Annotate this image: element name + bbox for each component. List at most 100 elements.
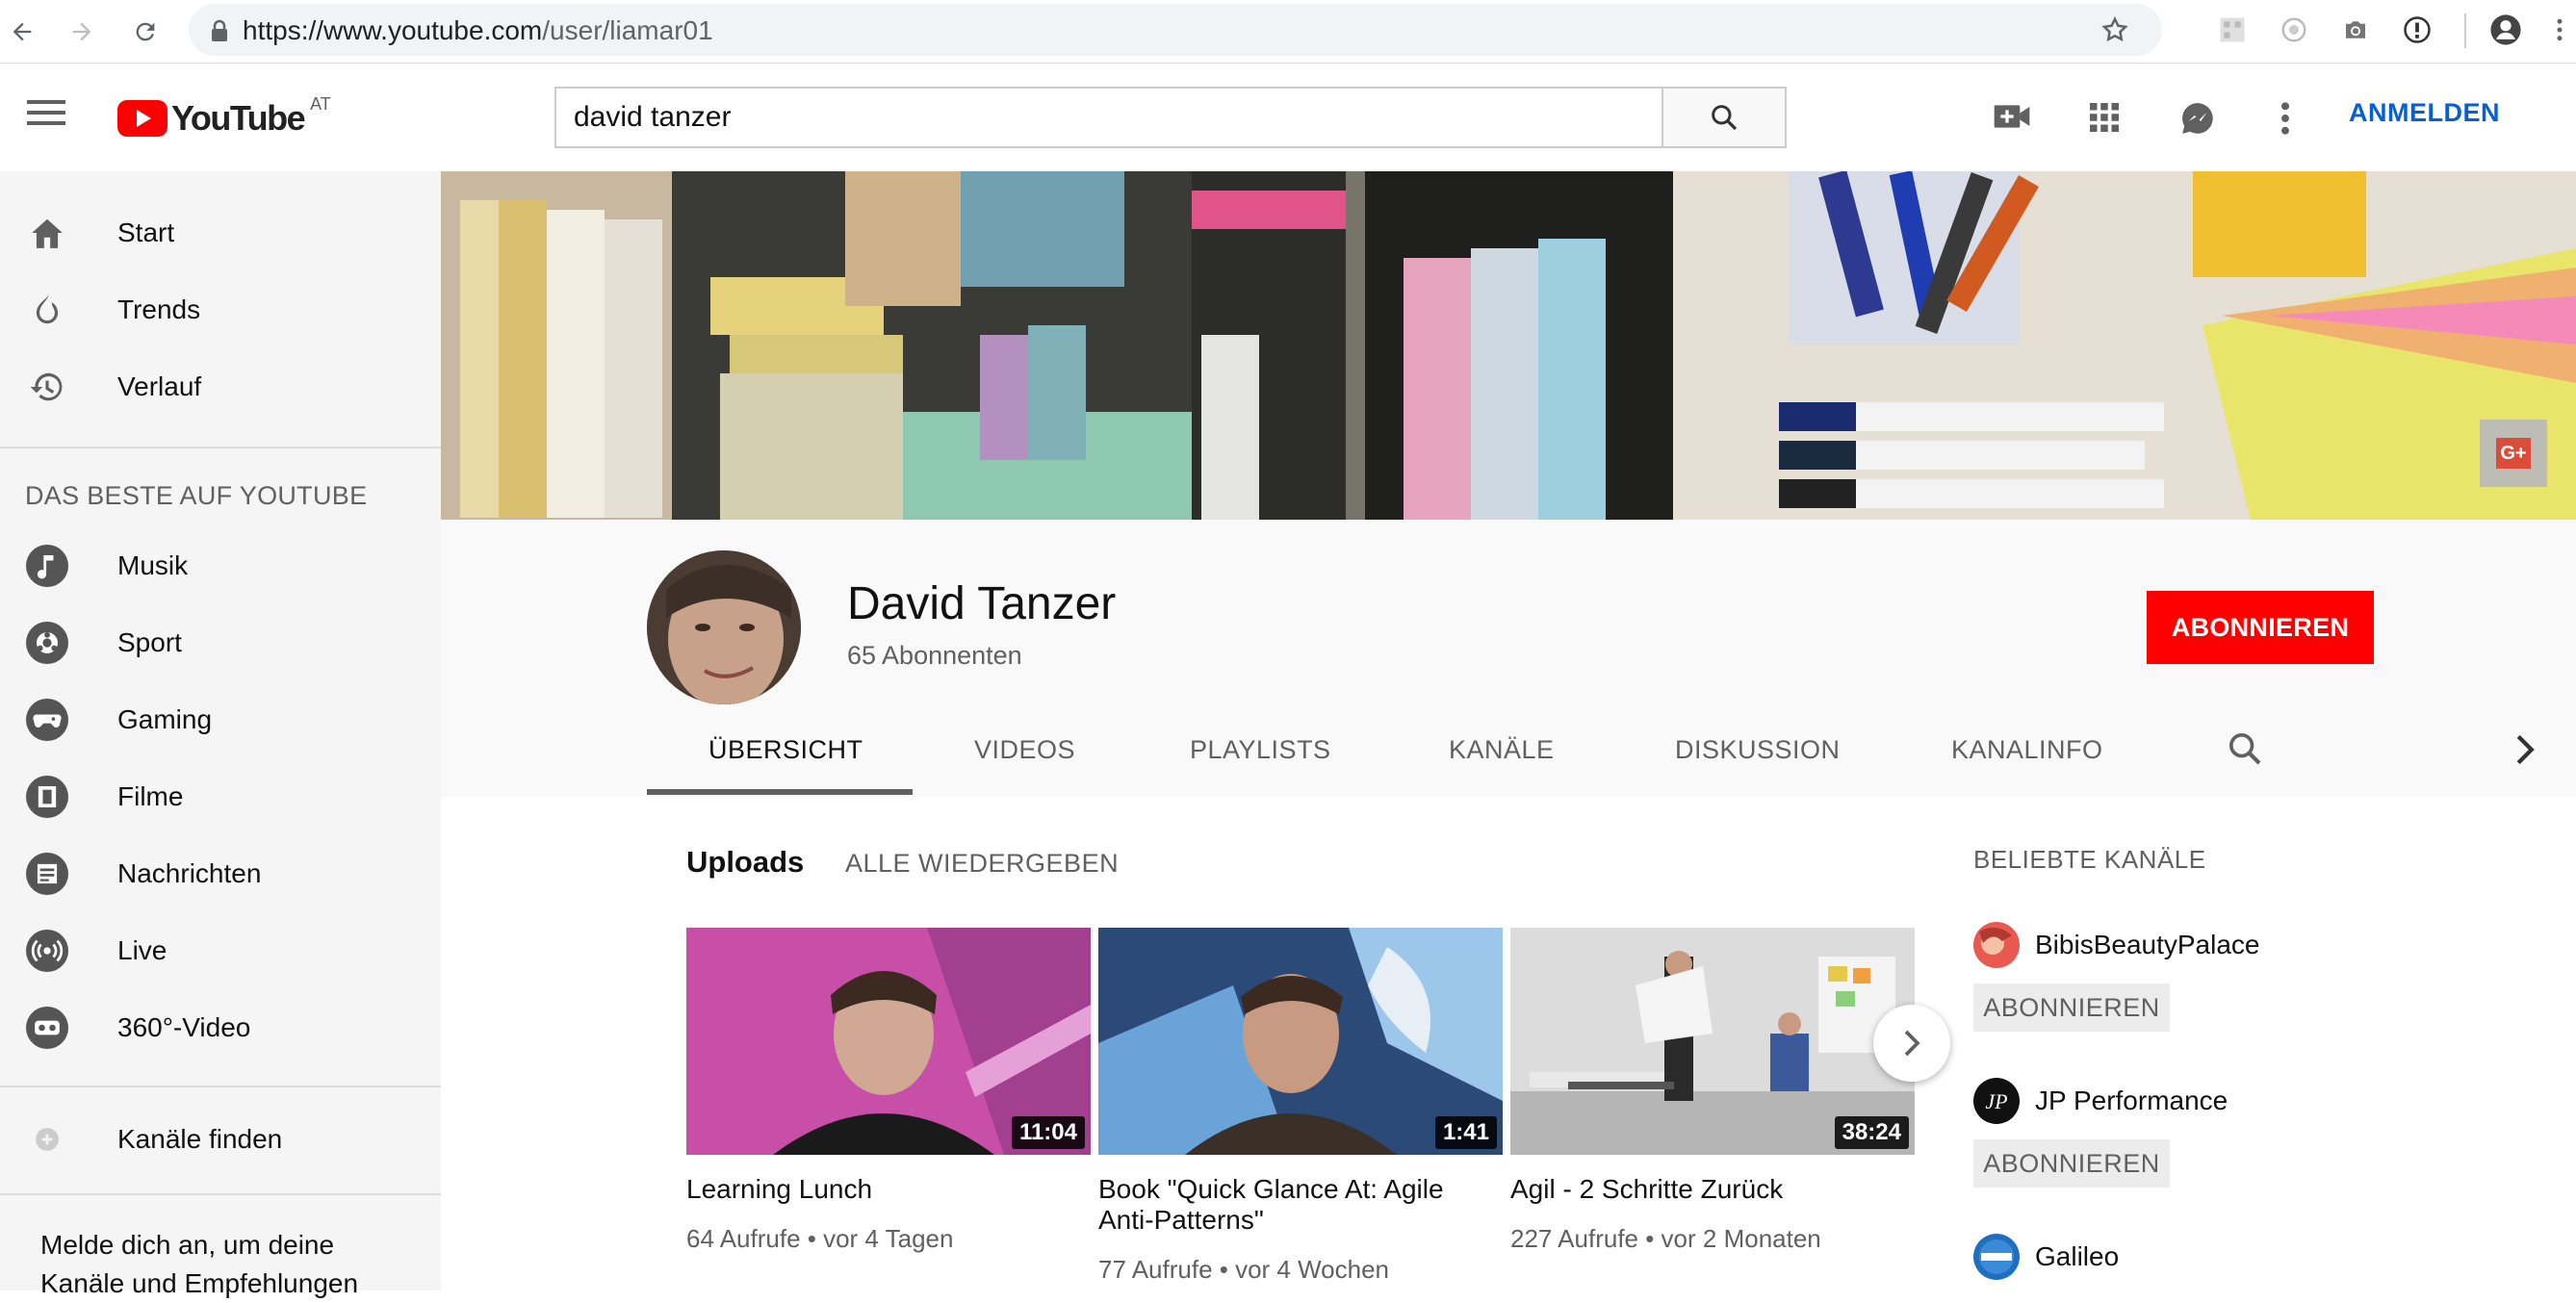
sidebar-item-trends[interactable]: Trends <box>0 271 441 348</box>
toolbar-divider <box>2464 13 2466 48</box>
forward-icon[interactable] <box>60 10 104 54</box>
sidebar-item-news[interactable]: Nachrichten <box>0 835 441 912</box>
address-bar[interactable]: https://www.youtube.com/user/liamar01 <box>189 4 2162 56</box>
history-icon <box>26 366 68 408</box>
sidebar-item-label: Trends <box>117 294 201 324</box>
video-title[interactable]: Agil - 2 Schritte Zurück <box>1510 1174 1915 1205</box>
popular-channel-name[interactable]: JP Performance <box>2035 1086 2228 1116</box>
video-thumbnail[interactable]: 38:24 <box>1510 928 1915 1155</box>
apps-grid-icon[interactable] <box>2087 100 2122 135</box>
bookmark-star-icon[interactable] <box>2100 15 2129 44</box>
news-icon <box>26 853 68 895</box>
sidebar-item-360-video[interactable]: 360°-Video <box>0 989 441 1066</box>
extension-qr-icon[interactable] <box>2210 8 2254 52</box>
masthead: YouTube AT ANMELDEN <box>0 64 2576 171</box>
subscribe-button[interactable]: ABONNIEREN <box>2147 591 2374 664</box>
tab-about[interactable]: KANALINFO <box>1951 735 2103 765</box>
sidebar-item-gaming[interactable]: Gaming <box>0 681 441 758</box>
extension-target-icon[interactable] <box>2272 8 2316 52</box>
browser-menu-icon[interactable] <box>2537 8 2576 52</box>
tab-channels[interactable]: KANÄLE <box>1449 735 1555 765</box>
tab-playlists[interactable]: PLAYLISTS <box>1190 735 1331 765</box>
video-duration: 38:24 <box>1834 1116 1909 1149</box>
back-icon[interactable] <box>0 10 44 54</box>
chevron-right-icon <box>1904 1030 1920 1057</box>
video-duration: 1:41 <box>1434 1116 1497 1149</box>
channel-banner-image <box>441 171 2576 520</box>
reload-icon[interactable] <box>123 10 167 54</box>
sidebar-item-label: Musik <box>117 550 189 580</box>
video-thumbnail[interactable]: 1:41 <box>1098 928 1503 1155</box>
sidebar-item-label: Nachrichten <box>117 858 262 888</box>
sidebar-item-label: Gaming <box>117 704 213 734</box>
tab-overview[interactable]: ÜBERSICHT <box>708 735 863 765</box>
film-icon <box>26 776 68 818</box>
sidebar-divider <box>0 1193 441 1195</box>
live-icon <box>26 930 68 972</box>
sidebar-item-start[interactable]: Start <box>0 194 441 271</box>
gaming-icon <box>26 699 68 741</box>
channel-search-icon[interactable] <box>2226 729 2264 768</box>
country-code: AT <box>310 94 331 114</box>
play-all-button[interactable]: ALLE WIEDERGEBEN <box>845 849 1119 879</box>
sidebar-section-heading: DAS BESTE AUF YOUTUBE <box>25 481 368 510</box>
sidebar-item-live[interactable]: Live <box>0 912 441 989</box>
profile-icon[interactable] <box>2484 8 2528 52</box>
popular-channel-name[interactable]: Galileo <box>2035 1241 2119 1272</box>
active-tab-indicator <box>647 789 913 795</box>
music-icon <box>26 545 68 587</box>
sidebar-item-history[interactable]: Verlauf <box>0 348 441 425</box>
google-plus-icon: G+ <box>2496 438 2531 469</box>
signin-promo-text: Melde dich an, um deine Kanäle und Empfe… <box>40 1230 359 1298</box>
browser-toolbar: https://www.youtube.com/user/liamar01 <box>0 0 2576 64</box>
channel-avatar[interactable]: JP <box>1973 1078 2020 1124</box>
svg-text:JP: JP <box>1985 1089 2007 1113</box>
channel-avatar <box>647 550 801 704</box>
video-meta: 227 Aufrufe • vor 2 Monaten <box>1510 1224 1821 1253</box>
sidebar-item-music[interactable]: Musik <box>0 527 441 604</box>
google-plus-link[interactable]: G+ <box>2480 420 2547 487</box>
camera-icon[interactable] <box>2333 8 2378 52</box>
lock-icon <box>210 19 229 42</box>
video-thumbnail[interactable]: 11:04 <box>686 928 1091 1155</box>
sidebar-item-label: Filme <box>117 781 184 811</box>
search-button[interactable] <box>1662 87 1787 148</box>
sidebar-divider <box>0 1086 441 1087</box>
info-icon[interactable] <box>2395 8 2439 52</box>
video-meta: 77 Aufrufe • vor 4 Wochen <box>1098 1255 1390 1284</box>
video-duration: 11:04 <box>1011 1116 1085 1149</box>
youtube-logo[interactable]: YouTube AT <box>117 94 331 139</box>
sidebar-divider <box>0 447 441 448</box>
uploads-heading[interactable]: Uploads <box>686 845 804 880</box>
signin-button[interactable]: ANMELDEN <box>2349 98 2500 128</box>
hamburger-menu-icon[interactable] <box>27 98 67 127</box>
search-input[interactable] <box>554 87 1663 148</box>
sidebar-item-label: Start <box>117 217 175 247</box>
messages-icon[interactable] <box>2179 100 2216 137</box>
sport-icon <box>26 622 68 664</box>
video-title[interactable]: Book "Quick Glance At: Agile Anti-Patter… <box>1098 1174 1503 1236</box>
popular-subscribe-button[interactable]: ABONNIEREN <box>1973 1139 2170 1188</box>
more-options-icon[interactable] <box>2278 100 2293 137</box>
sidebar: Start Trends Verlauf DAS BESTE AUF YOUTU… <box>0 171 441 1298</box>
popular-subscribe-button[interactable]: ABONNIEREN <box>1973 984 2170 1032</box>
sidebar-item-label: Verlauf <box>117 371 202 401</box>
channel-name: David Tanzer <box>847 578 1117 629</box>
video-title[interactable]: Learning Lunch <box>686 1174 1091 1205</box>
popular-channel-name[interactable]: BibisBeautyPalace <box>2035 930 2259 960</box>
flame-icon <box>26 289 68 331</box>
tab-discussion[interactable]: DISKUSSION <box>1675 735 1841 765</box>
tabs-next-chevron-icon[interactable] <box>2514 733 2536 766</box>
carousel-next-button[interactable] <box>1873 1005 1950 1082</box>
tab-videos[interactable]: VIDEOS <box>974 735 1075 765</box>
channel-avatar[interactable] <box>1973 1234 2020 1280</box>
channel-avatar[interactable] <box>1973 922 2020 968</box>
sidebar-item-films[interactable]: Filme <box>0 758 441 835</box>
subscriber-count: 65 Abonnenten <box>847 641 1022 670</box>
sidebar-item-sport[interactable]: Sport <box>0 604 441 681</box>
sidebar-item-label: Sport <box>117 627 182 657</box>
sidebar-item-label: 360°-Video <box>117 1012 251 1042</box>
sidebar-item-find-channels[interactable]: Kanäle finden <box>0 1101 441 1178</box>
upload-video-icon[interactable] <box>1993 100 2031 133</box>
url-text: https://www.youtube.com/user/liamar01 <box>243 15 713 45</box>
